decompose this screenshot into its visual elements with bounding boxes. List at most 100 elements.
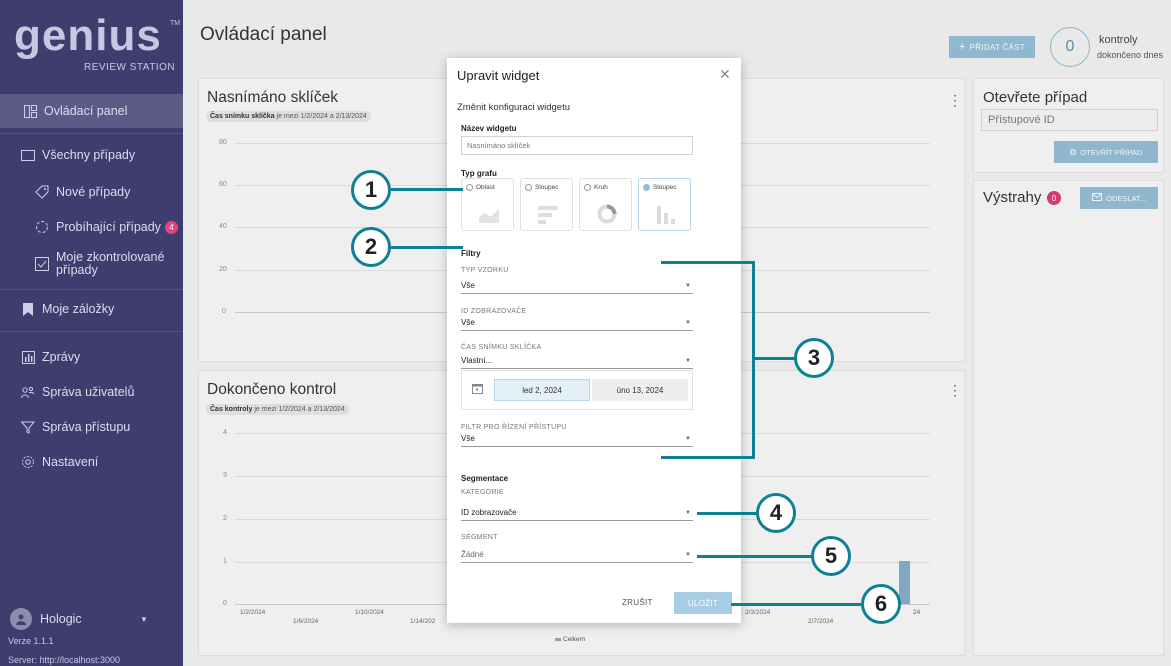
callout-5: 5 xyxy=(811,536,851,576)
x-tick: 2/7/2024 xyxy=(808,618,834,625)
filter-chip-text: je mezi 1/2/2024 a 2/13/2024 xyxy=(274,113,367,120)
sidebar-item-label: Všechny případy xyxy=(42,148,136,162)
chart-bar xyxy=(899,561,910,604)
sidebar-item-reports[interactable]: Zprávy xyxy=(0,340,183,374)
user-menu[interactable]: Hologic xyxy=(10,608,82,630)
logo-word: genius xyxy=(14,11,162,60)
sidebar-item-settings[interactable]: Nastavení xyxy=(0,445,183,479)
radio-icon xyxy=(466,184,473,191)
server-text: Server: http://localhost:3000 xyxy=(8,655,121,665)
chart-type-bar-horizontal[interactable]: Sloupec xyxy=(520,178,573,231)
segment-caption: SEGMENT xyxy=(461,534,498,541)
date-from[interactable]: led 2, 2024 xyxy=(494,379,590,401)
option-label: Oblast xyxy=(476,184,495,191)
sidebar-item-all-cases[interactable]: Všechny případy xyxy=(0,138,183,172)
callout-line xyxy=(661,456,755,459)
sample-type-select[interactable]: Vše ▼ xyxy=(461,280,693,294)
radio-icon xyxy=(525,184,532,191)
chart-type-area[interactable]: Oblast xyxy=(461,178,514,231)
filter-chip: Čas kontroly je mezi 1/2/2024 a 2/13/202… xyxy=(206,404,349,415)
sidebar-divider xyxy=(0,289,183,290)
sidebar-item-new-cases[interactable]: Nové případy xyxy=(0,175,183,209)
y-tick: 20 xyxy=(219,266,227,273)
access-id-input[interactable]: Přístupové ID xyxy=(981,109,1158,131)
chevron-down-icon: ▼ xyxy=(685,436,691,442)
access-filter-caption: FILTR PRO ŘÍZENÍ PŘÍSTUPU xyxy=(461,424,567,431)
sidebar-item-user-management[interactable]: Správa uživatelů xyxy=(0,375,183,409)
option-head: Oblast xyxy=(466,184,495,191)
radio-selected-icon xyxy=(643,184,650,191)
in-progress-badge: 4 xyxy=(164,220,178,234)
filter-chip-text: je mezi 1/2/2024 a 2/13/2024 xyxy=(252,406,345,413)
sidebar-item-label: Nastavení xyxy=(42,455,99,469)
widget-menu-icon[interactable]: ⋮ xyxy=(948,92,962,109)
slide-time-value: Vlastní... xyxy=(461,356,493,365)
add-section-button[interactable]: + PŘIDAT ČÁST xyxy=(949,36,1035,58)
y-tick: 60 xyxy=(219,181,227,188)
calendar-icon[interactable] xyxy=(472,383,483,397)
widget-menu-icon[interactable]: ⋮ xyxy=(948,382,962,399)
chart-type-donut[interactable]: Kruh xyxy=(579,178,632,231)
callout-1: 1 xyxy=(351,170,391,210)
chart-type-column[interactable]: Sloupec xyxy=(638,178,691,231)
y-tick: 4 xyxy=(223,429,227,436)
option-head: Sloupec xyxy=(525,184,559,191)
save-button[interactable]: ULOŽIT xyxy=(674,592,732,614)
callout-line xyxy=(661,261,755,264)
spinner-icon xyxy=(34,219,50,235)
callout-line xyxy=(731,603,861,606)
segment-select[interactable]: Žádné ▼ xyxy=(461,549,693,563)
viewer-id-caption: ID ZOBRAZOVAČE xyxy=(461,308,527,315)
sidebar-item-label: Zprávy xyxy=(42,350,81,364)
callout-line xyxy=(752,261,755,459)
column-chart-icon xyxy=(657,206,675,224)
x-tick: 1/2/2024 xyxy=(240,609,266,616)
viewer-id-select[interactable]: Vše ▼ xyxy=(461,317,693,331)
radio-icon xyxy=(584,184,591,191)
plus-icon: + xyxy=(958,41,966,53)
slide-time-caption: ČAS SNÍMKU SKLÍČKA xyxy=(461,344,542,351)
y-tick: 80 xyxy=(219,139,227,146)
category-value: ID zobrazovače xyxy=(461,508,517,517)
slide-time-select[interactable]: Vlastní... ▼ xyxy=(461,355,693,369)
x-tick: 1/10/2024 xyxy=(355,609,384,616)
callout-3: 3 xyxy=(794,338,834,378)
reviews-count-circle: 0 xyxy=(1050,27,1090,67)
reviews-count-sublabel: dokončeno dnes xyxy=(1097,50,1164,60)
logo-trademark: TM xyxy=(170,20,181,27)
chevron-down-icon: ▼ xyxy=(685,552,691,558)
x-tick: 2/3/2024 xyxy=(745,609,771,616)
cancel-button[interactable]: ZRUŠIT xyxy=(622,598,653,607)
user-caret-icon[interactable]: ▼ xyxy=(140,615,148,624)
widget-name-input[interactable]: Nasnímáno sklíček xyxy=(461,136,693,155)
open-case-button[interactable]: ⧉ OTEVŘÍT PŘÍPAD xyxy=(1054,141,1158,163)
send-button[interactable]: ODESLAT... xyxy=(1080,187,1158,209)
segmentation-label: Segmentace xyxy=(461,474,509,483)
sidebar-item-my-reviewed[interactable]: Moje zkontrolované případy xyxy=(0,244,183,284)
category-select[interactable]: ID zobrazovače ▼ xyxy=(461,507,693,521)
logo-subtitle: REVIEW STATION xyxy=(84,62,176,73)
alerts-title: Výstrahy xyxy=(983,189,1042,206)
date-range-picker: led 2, 2024 úno 13, 2024 xyxy=(461,370,693,410)
folder-icon xyxy=(20,147,36,163)
access-filter-select[interactable]: Vše ▼ xyxy=(461,433,693,447)
date-to[interactable]: úno 13, 2024 xyxy=(592,379,688,401)
sample-type-value: Vše xyxy=(461,281,475,290)
report-icon xyxy=(20,349,36,365)
sidebar-item-label: Nové případy xyxy=(56,185,131,199)
add-section-label: PŘIDAT ČÁST xyxy=(969,42,1026,52)
sidebar-item-dashboard[interactable]: Ovládací panel xyxy=(0,94,183,128)
sidebar-item-access-management[interactable]: Správa přístupu xyxy=(0,410,183,444)
sidebar-item-label: Moje zkontrolované případy xyxy=(56,250,165,277)
dialog-title: Upravit widget xyxy=(457,68,540,83)
sidebar-item-in-progress[interactable]: Probíhající případy 4 xyxy=(0,210,183,244)
open-case-title: Otevřete případ xyxy=(983,89,1088,106)
close-icon[interactable]: ✕ xyxy=(719,66,731,83)
sidebar-divider xyxy=(0,331,183,332)
legend-swatch xyxy=(555,638,561,641)
alerts-badge: 0 xyxy=(1047,191,1061,205)
sidebar-item-bookmarks[interactable]: Moje záložky xyxy=(0,292,183,326)
external-link-icon: ⧉ xyxy=(1069,146,1077,157)
filters-label: Filtry xyxy=(461,249,481,258)
option-head: Sloupec xyxy=(643,184,677,191)
